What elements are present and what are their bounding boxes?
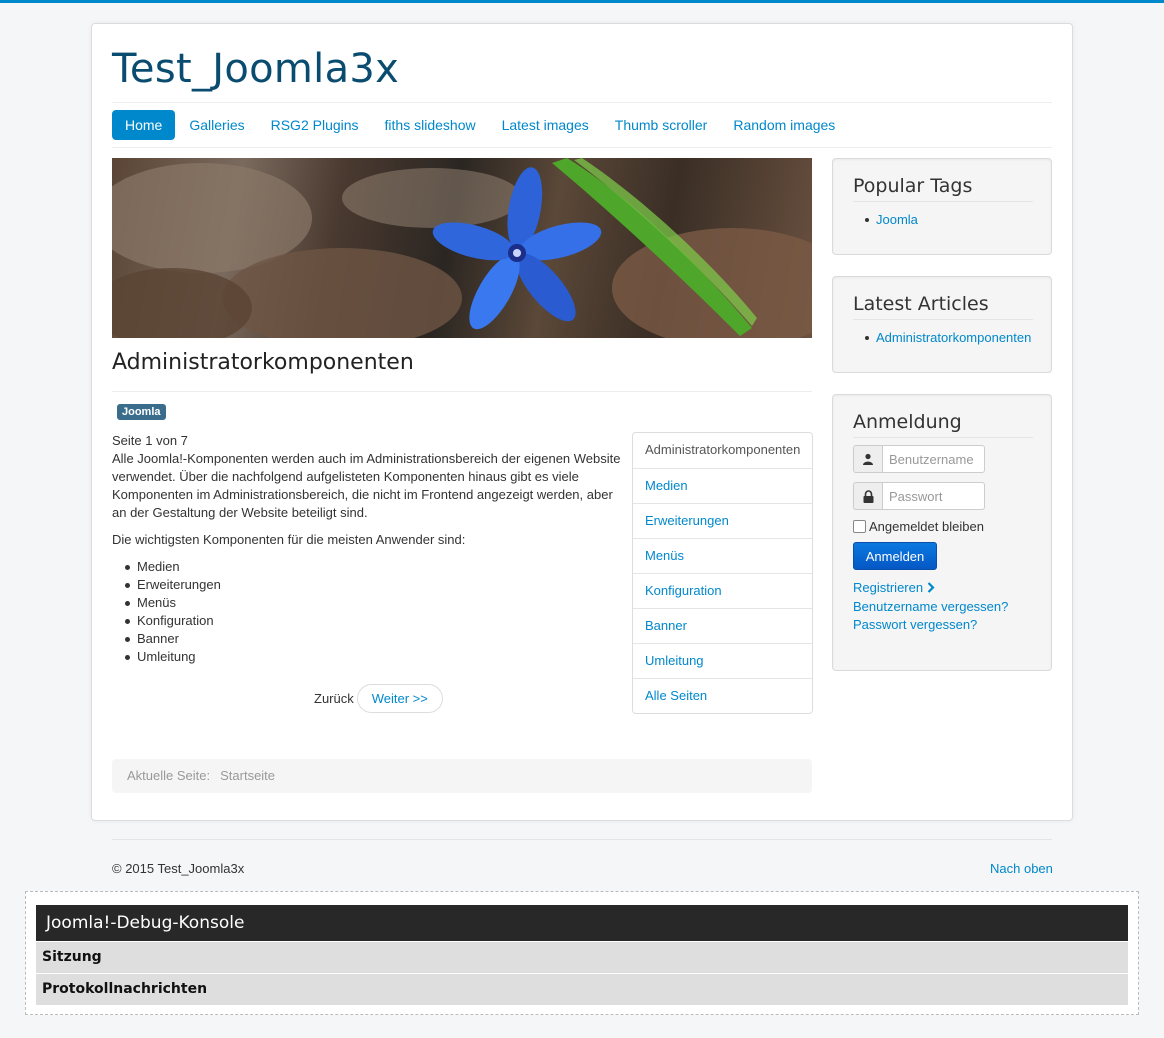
footer-divider — [112, 839, 1052, 840]
main-nav: Home Galleries RSG2 Plugins fiths slides… — [112, 110, 848, 140]
toc-item-menues[interactable]: Menüs — [633, 538, 812, 573]
lock-icon — [853, 482, 882, 510]
nav-divider — [112, 147, 1052, 148]
page-container: Test_Joomla3x Home Galleries RSG2 Plugin… — [91, 23, 1073, 821]
copyright: © 2015 Test_Joomla3x — [112, 861, 245, 876]
tag-badge[interactable]: Joomla — [117, 404, 166, 420]
pager-next-button[interactable]: Weiter >> — [356, 684, 443, 713]
forgot-username-link[interactable]: Benutzername vergessen? — [853, 599, 1008, 614]
latest-articles-module: Latest Articles Administratorkomponenten — [832, 276, 1052, 373]
module-title-popular-tags: Popular Tags — [853, 175, 1033, 202]
component-list: Medien Erweiterungen Menüs Konfiguration… — [125, 558, 221, 666]
debug-console-title: Joomla!-Debug-Konsole — [36, 905, 1128, 941]
debug-console: Joomla!-Debug-Konsole Sitzung Protokolln… — [25, 891, 1139, 1015]
register-link[interactable]: Registrieren — [853, 580, 935, 595]
nav-item-rsg2-plugins[interactable]: RSG2 Plugins — [258, 110, 372, 140]
password-field[interactable] — [882, 482, 985, 510]
remember-label: Angemeldet bleiben — [869, 519, 984, 534]
header-divider — [112, 102, 1052, 103]
list-item: Banner — [125, 630, 221, 648]
nav-item-home[interactable]: Home — [112, 110, 176, 140]
article-toc: Administratorkomponenten Medien Erweiter… — [632, 432, 813, 714]
nav-item-thumb-scroller[interactable]: Thumb scroller — [602, 110, 721, 140]
nav-item-random-images[interactable]: Random images — [720, 110, 848, 140]
login-button[interactable]: Anmelden — [853, 542, 937, 570]
toc-item-administratorkomponenten[interactable]: Administratorkomponenten — [633, 433, 812, 468]
list-item: Konfiguration — [125, 612, 221, 630]
remember-me[interactable]: Angemeldet bleiben — [853, 519, 984, 534]
breadcrumb-current: Startseite — [220, 768, 276, 783]
article-subhead: Die wichtigsten Komponenten für die meis… — [112, 532, 466, 547]
toc-item-banner[interactable]: Banner — [633, 608, 812, 643]
remember-checkbox[interactable] — [853, 520, 866, 533]
list-item: Menüs — [125, 594, 221, 612]
debug-section-sitzung[interactable]: Sitzung — [36, 942, 1128, 973]
list-item: Registrieren — [853, 579, 1008, 598]
list-item: Medien — [125, 558, 221, 576]
toc-item-umleitung[interactable]: Umleitung — [633, 643, 812, 678]
list-item: Umleitung — [125, 648, 221, 666]
article-title: Administratorkomponenten — [112, 350, 414, 375]
nav-item-galleries[interactable]: Galleries — [176, 110, 257, 140]
popular-tags-module: Popular Tags Joomla — [832, 158, 1052, 255]
banner-image — [112, 158, 812, 338]
toc-item-alle-seiten[interactable]: Alle Seiten — [633, 678, 812, 713]
user-icon — [853, 445, 882, 473]
forgot-password-link[interactable]: Passwort vergessen? — [853, 617, 977, 632]
register-link-label: Registrieren — [853, 580, 924, 595]
list-item: Joomla — [865, 211, 918, 229]
back-to-top-link[interactable]: Nach oben — [990, 861, 1053, 876]
pager-back: Zurück — [314, 691, 354, 706]
module-title-login: Anmeldung — [853, 411, 1033, 438]
debug-section-protokollnachrichten[interactable]: Protokollnachrichten — [36, 974, 1128, 1005]
article-link-administratorkomponenten[interactable]: Administratorkomponenten — [876, 330, 1031, 345]
username-row — [853, 445, 985, 473]
popular-tags-list: Joomla — [865, 211, 918, 229]
toc-item-erweiterungen[interactable]: Erweiterungen — [633, 503, 812, 538]
breadcrumb: Aktuelle Seite: Startseite — [112, 759, 812, 793]
list-item: Benutzername vergessen? — [853, 598, 1008, 616]
toc-item-medien[interactable]: Medien — [633, 468, 812, 503]
list-item: Erweiterungen — [125, 577, 221, 592]
tag-link-joomla[interactable]: Joomla — [876, 212, 918, 227]
article-divider — [112, 391, 812, 392]
list-item: Passwort vergessen? — [853, 616, 1008, 634]
chevron-right-icon — [927, 580, 935, 598]
password-row — [853, 482, 985, 510]
module-title-latest-articles: Latest Articles — [853, 293, 1033, 320]
article-intro: Alle Joomla!-Komponenten werden auch im … — [112, 451, 621, 520]
breadcrumb-label: Aktuelle Seite: — [127, 768, 211, 783]
latest-articles-list: Administratorkomponenten — [864, 329, 1031, 347]
article-pager: Zurück Weiter >> — [314, 684, 443, 713]
site-title[interactable]: Test_Joomla3x — [112, 46, 399, 92]
toc-item-konfiguration[interactable]: Konfiguration — [633, 573, 812, 608]
list-item: Administratorkomponenten — [864, 329, 1031, 347]
login-links: Registrieren Benutzername vergessen? Pas… — [853, 579, 1008, 634]
page-indicator: Seite 1 von 7 — [112, 433, 188, 448]
nav-item-fiths-slideshow[interactable]: fiths slideshow — [372, 110, 489, 140]
login-module: Anmeldung Angemeldet bleiben Anmelden Re… — [832, 394, 1052, 671]
username-field[interactable] — [882, 445, 985, 473]
nav-item-latest-images[interactable]: Latest images — [489, 110, 602, 140]
